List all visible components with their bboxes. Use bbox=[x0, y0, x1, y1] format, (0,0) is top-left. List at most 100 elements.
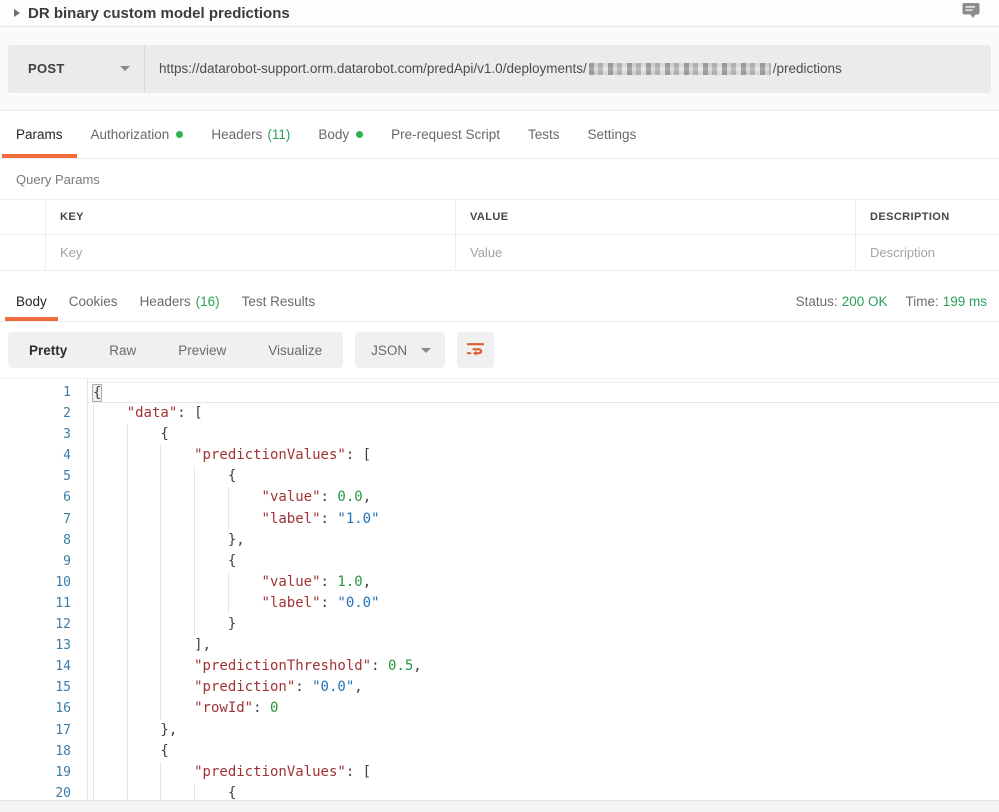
indent-guide bbox=[160, 530, 194, 551]
param-description-input[interactable]: Description bbox=[855, 235, 999, 270]
code-token: } bbox=[228, 616, 236, 632]
view-tab-preview[interactable]: Preview bbox=[157, 332, 247, 368]
view-tab-raw[interactable]: Raw bbox=[88, 332, 157, 368]
indent-guide bbox=[160, 572, 194, 593]
code-token: : bbox=[371, 658, 388, 674]
response-body-editor[interactable]: 1234567891011121314151617181920 {"data":… bbox=[0, 378, 999, 800]
response-tabs: BodyCookiesHeaders(16)Test Results bbox=[0, 281, 796, 321]
indent-guide bbox=[93, 698, 127, 719]
request-tab-headers-label: Headers bbox=[211, 127, 262, 142]
indent-guide bbox=[228, 509, 262, 530]
code-line: } bbox=[88, 614, 999, 635]
code-line: "predictionValues": [ bbox=[88, 445, 999, 466]
code-line-text: "predictionValues": [ bbox=[194, 445, 371, 466]
indent-guide bbox=[93, 593, 127, 614]
response-tab-test-results[interactable]: Test Results bbox=[231, 281, 327, 321]
request-tab-headers[interactable]: Headers(11) bbox=[197, 111, 304, 158]
method-select[interactable]: POST bbox=[8, 45, 145, 93]
indent-guide bbox=[160, 783, 194, 800]
response-header: BodyCookiesHeaders(16)Test Results Statu… bbox=[0, 281, 999, 322]
indent-guide bbox=[194, 487, 228, 508]
line-number: 6 bbox=[0, 487, 87, 508]
code-line-text: "label": "0.0" bbox=[262, 593, 380, 614]
method-label: POST bbox=[28, 61, 120, 76]
view-tab-visualize[interactable]: Visualize bbox=[247, 332, 343, 368]
code-token: : bbox=[253, 700, 270, 716]
indent-guide bbox=[127, 698, 161, 719]
response-status: Status:200 OK bbox=[796, 294, 888, 309]
line-number: 1 bbox=[0, 382, 87, 403]
wrap-text-button[interactable] bbox=[457, 332, 494, 368]
indent-guide bbox=[93, 677, 127, 698]
line-number: 20 bbox=[0, 783, 87, 800]
code-line: { bbox=[88, 382, 999, 403]
url-redacted-deployment-id bbox=[589, 63, 771, 75]
code-line: "value": 0.0, bbox=[88, 487, 999, 508]
indent-guide bbox=[93, 509, 127, 530]
horizontal-scrollbar[interactable] bbox=[0, 800, 999, 812]
url-input[interactable]: https://datarobot-support.orm.datarobot.… bbox=[145, 45, 991, 93]
code-line: "predictionThreshold": 0.5, bbox=[88, 656, 999, 677]
request-tab-settings[interactable]: Settings bbox=[573, 111, 650, 158]
line-number: 9 bbox=[0, 551, 87, 572]
code-line: "prediction": "0.0", bbox=[88, 677, 999, 698]
code-token: 0.0 bbox=[337, 489, 362, 505]
line-number: 16 bbox=[0, 698, 87, 719]
param-key-input[interactable]: Key bbox=[45, 235, 455, 270]
response-tab-cookies[interactable]: Cookies bbox=[58, 281, 129, 321]
code-token: }, bbox=[160, 722, 177, 738]
response-tab-headers[interactable]: Headers(16) bbox=[129, 281, 231, 321]
indent-guide bbox=[127, 677, 161, 698]
line-number: 11 bbox=[0, 593, 87, 614]
collapse-disclosure-triangle-icon[interactable] bbox=[14, 9, 20, 17]
code-line: "label": "1.0" bbox=[88, 509, 999, 530]
request-tab-tests[interactable]: Tests bbox=[514, 111, 574, 158]
line-number: 15 bbox=[0, 677, 87, 698]
code-token: : [ bbox=[177, 405, 202, 421]
code-line: "data": [ bbox=[88, 403, 999, 424]
code-line-text: }, bbox=[228, 530, 245, 551]
indent-guide bbox=[127, 466, 161, 487]
indent-guide bbox=[93, 656, 127, 677]
indent-guide bbox=[127, 741, 161, 762]
comment-icon[interactable] bbox=[961, 2, 981, 24]
request-tab-pre-request-script[interactable]: Pre-request Script bbox=[377, 111, 514, 158]
response-meta: Status:200 OK Time:199 ms bbox=[796, 281, 999, 321]
indent-guide bbox=[93, 720, 127, 741]
code-token: "1.0" bbox=[337, 511, 379, 527]
code-line-text: "value": 0.0, bbox=[262, 487, 372, 508]
format-select[interactable]: JSON bbox=[355, 332, 445, 368]
indent-guide bbox=[160, 466, 194, 487]
response-time: Time:199 ms bbox=[905, 294, 987, 309]
code-token: : bbox=[321, 511, 338, 527]
code-token: "rowId" bbox=[194, 700, 253, 716]
query-params-title: Query Params bbox=[0, 159, 999, 187]
request-tab-body[interactable]: Body bbox=[304, 111, 377, 158]
request-tab-authorization[interactable]: Authorization bbox=[77, 111, 198, 158]
response-tab-body[interactable]: Body bbox=[5, 281, 58, 321]
code-token: "label" bbox=[262, 511, 321, 527]
response-toolbar: PrettyRawPreviewVisualize JSON bbox=[0, 322, 999, 378]
param-value-input[interactable]: Value bbox=[455, 235, 855, 270]
view-tab-pretty[interactable]: Pretty bbox=[8, 332, 88, 368]
url-suffix: /predictions bbox=[773, 61, 842, 76]
indent-guide bbox=[127, 635, 161, 656]
code-token: : [ bbox=[346, 764, 371, 780]
code-token: { bbox=[160, 743, 168, 759]
code-token: , bbox=[363, 574, 371, 590]
code-line: { bbox=[88, 424, 999, 445]
code-line-text: { bbox=[228, 783, 236, 800]
request-tab-params[interactable]: Params bbox=[2, 111, 77, 158]
time-value: 199 ms bbox=[943, 294, 987, 309]
indent-guide bbox=[93, 487, 127, 508]
code-line: { bbox=[88, 466, 999, 487]
code-line: { bbox=[88, 741, 999, 762]
indent-guide bbox=[127, 424, 161, 445]
indent-guide bbox=[160, 593, 194, 614]
code-token: { bbox=[228, 553, 236, 569]
code-line: }, bbox=[88, 720, 999, 741]
request-tab-authorization-label: Authorization bbox=[91, 127, 170, 142]
code-token: "predictionValues" bbox=[194, 447, 346, 463]
indent-guide bbox=[160, 635, 194, 656]
line-number: 3 bbox=[0, 424, 87, 445]
